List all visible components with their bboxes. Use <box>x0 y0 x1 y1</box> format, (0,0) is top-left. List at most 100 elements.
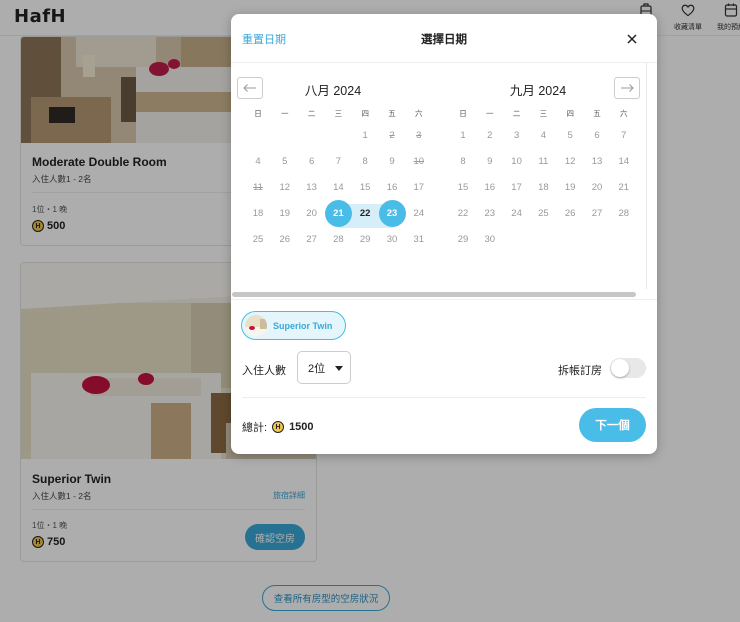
calendar-day-number: 28 <box>618 207 630 219</box>
calendar-day[interactable]: 3 <box>503 122 530 148</box>
calendar-day-number: 10 <box>511 155 522 167</box>
calendar-day-number: 29 <box>359 233 371 245</box>
calendar-day-number: 8 <box>362 155 368 167</box>
calendar-day[interactable]: 16 <box>476 174 503 200</box>
weekday-label: 一 <box>486 109 494 118</box>
calendar-day-number: 12 <box>564 155 576 167</box>
calendar-day[interactable]: 31 <box>405 226 432 252</box>
calendar-day-number: 24 <box>511 207 522 219</box>
calendar-day[interactable]: 13 <box>298 174 325 200</box>
calendar-day[interactable]: 27 <box>298 226 325 252</box>
calendar-day[interactable]: 2 <box>379 122 406 148</box>
calendar-day-number: 3 <box>513 129 520 141</box>
calendar-day[interactable]: 30 <box>379 226 406 252</box>
calendar-day-number: 13 <box>591 155 603 167</box>
calendar-day[interactable]: 24 <box>405 200 432 226</box>
calendar-day[interactable]: 11 <box>245 174 272 200</box>
calendar-day[interactable]: 25 <box>530 200 557 226</box>
calendar-day[interactable]: 25 <box>245 226 272 252</box>
calendar-day[interactable]: 19 <box>557 174 584 200</box>
calendar-day[interactable]: 23 <box>378 200 406 227</box>
calendar-day[interactable]: 22 <box>352 200 379 226</box>
split-booking-toggle[interactable] <box>610 358 646 378</box>
calendar-day-number: 27 <box>306 233 317 245</box>
calendar-day-number: 14 <box>618 155 630 167</box>
calendar-day[interactable]: 15 <box>352 174 379 200</box>
calendar-day[interactable]: 20 <box>584 174 611 200</box>
calendar-day[interactable]: 23 <box>476 200 503 226</box>
calendar-day-number: 23 <box>386 208 398 219</box>
calendar-day[interactable]: 7 <box>325 148 352 174</box>
calendar-day[interactable]: 4 <box>245 148 272 174</box>
calendar-day-number: 4 <box>255 155 261 167</box>
guests-select[interactable]: 2位 <box>297 351 351 384</box>
month-title: 九月 2024 <box>509 84 567 98</box>
calendar-day-number: 5 <box>567 129 573 141</box>
calendar-day[interactable]: 3 <box>405 122 432 148</box>
calendar-day[interactable]: 12 <box>557 148 584 174</box>
calendar-day[interactable]: 27 <box>584 200 611 226</box>
calendar-day[interactable]: 21 <box>610 174 637 200</box>
close-button[interactable] <box>621 29 643 49</box>
calendar-day-number: 22 <box>457 207 469 219</box>
calendar-day[interactable]: 21 <box>324 200 352 227</box>
calendar-day[interactable]: 17 <box>405 174 432 200</box>
calendar-day[interactable]: 14 <box>325 174 352 200</box>
calendar-day-number: 1 <box>362 129 368 141</box>
calendar-day[interactable]: 17 <box>503 174 530 200</box>
calendar-day[interactable]: 6 <box>584 122 611 148</box>
calendar-day[interactable]: 10 <box>503 148 530 174</box>
calendar-day[interactable]: 18 <box>530 174 557 200</box>
calendar-day[interactable]: 19 <box>271 200 298 226</box>
calendar-day[interactable]: 8 <box>450 148 477 174</box>
reset-dates-button[interactable]: 重置日期 <box>242 31 286 47</box>
room-chip[interactable]: Superior Twin <box>241 311 346 340</box>
calendar-day[interactable]: 2 <box>476 122 503 148</box>
calendar-day[interactable]: 30 <box>476 226 503 252</box>
weekday-label: 一 <box>281 109 289 118</box>
calendar-day[interactable]: 18 <box>245 200 272 226</box>
next-button[interactable]: 下一個 <box>579 408 646 442</box>
divider <box>242 397 646 398</box>
calendar-day[interactable]: 9 <box>379 148 406 174</box>
calendar-day[interactable]: 9 <box>476 148 503 174</box>
calendar-day[interactable]: 26 <box>271 226 298 252</box>
calendar-day[interactable]: 24 <box>503 200 530 226</box>
calendar-day[interactable]: 29 <box>450 226 477 252</box>
calendar-day[interactable]: 20 <box>298 200 325 226</box>
calendar-scrollbar-vertical[interactable] <box>646 63 647 289</box>
calendar-day[interactable]: 1 <box>352 122 379 148</box>
calendar-day[interactable]: 4 <box>530 122 557 148</box>
calendar-day[interactable]: 29 <box>352 226 379 252</box>
calendar-day[interactable]: 7 <box>610 122 637 148</box>
calendar-day[interactable]: 6 <box>298 148 325 174</box>
calendar-day[interactable]: 15 <box>450 174 477 200</box>
calendar-day[interactable]: 5 <box>271 148 298 174</box>
calendar-day-number: 26 <box>564 207 576 219</box>
guests-label: 入住人數 <box>242 365 286 377</box>
calendar-day[interactable]: 11 <box>530 148 557 174</box>
calendar: 八月 2024 日一二三四五六 1 2 3 4 5 6 7 8 9 10 11 12 13 14 15 16 17 1… <box>231 63 657 299</box>
calendar-day[interactable]: 10 <box>405 148 432 174</box>
calendar-day[interactable]: 12 <box>271 174 298 200</box>
calendar-day[interactable]: 16 <box>379 174 406 200</box>
calendar-day-number: 1 <box>460 129 466 141</box>
calendar-day[interactable]: 14 <box>610 148 637 174</box>
calendar-day-number: 21 <box>333 208 344 219</box>
modal-title: 選擇日期 <box>421 34 467 46</box>
calendar-day-number: 22 <box>359 207 371 219</box>
weekday-label: 日 <box>254 109 262 118</box>
calendar-day[interactable]: 26 <box>557 200 584 226</box>
calendar-day[interactable]: 5 <box>557 122 584 148</box>
calendar-day[interactable]: 13 <box>584 148 611 174</box>
calendar-day[interactable]: 28 <box>610 200 637 226</box>
calendar-day-number: 19 <box>564 181 576 193</box>
calendar-day[interactable]: 1 <box>450 122 477 148</box>
calendar-day[interactable]: 28 <box>325 226 352 252</box>
calendar-day-number: 31 <box>413 233 425 245</box>
calendar-day[interactable]: 8 <box>352 148 379 174</box>
calendar-day[interactable]: 22 <box>450 200 477 226</box>
weekday-label: 日 <box>459 109 467 118</box>
calendar-day-number: 27 <box>591 207 603 219</box>
calendar-scrollbar-horizontal[interactable] <box>232 292 636 297</box>
